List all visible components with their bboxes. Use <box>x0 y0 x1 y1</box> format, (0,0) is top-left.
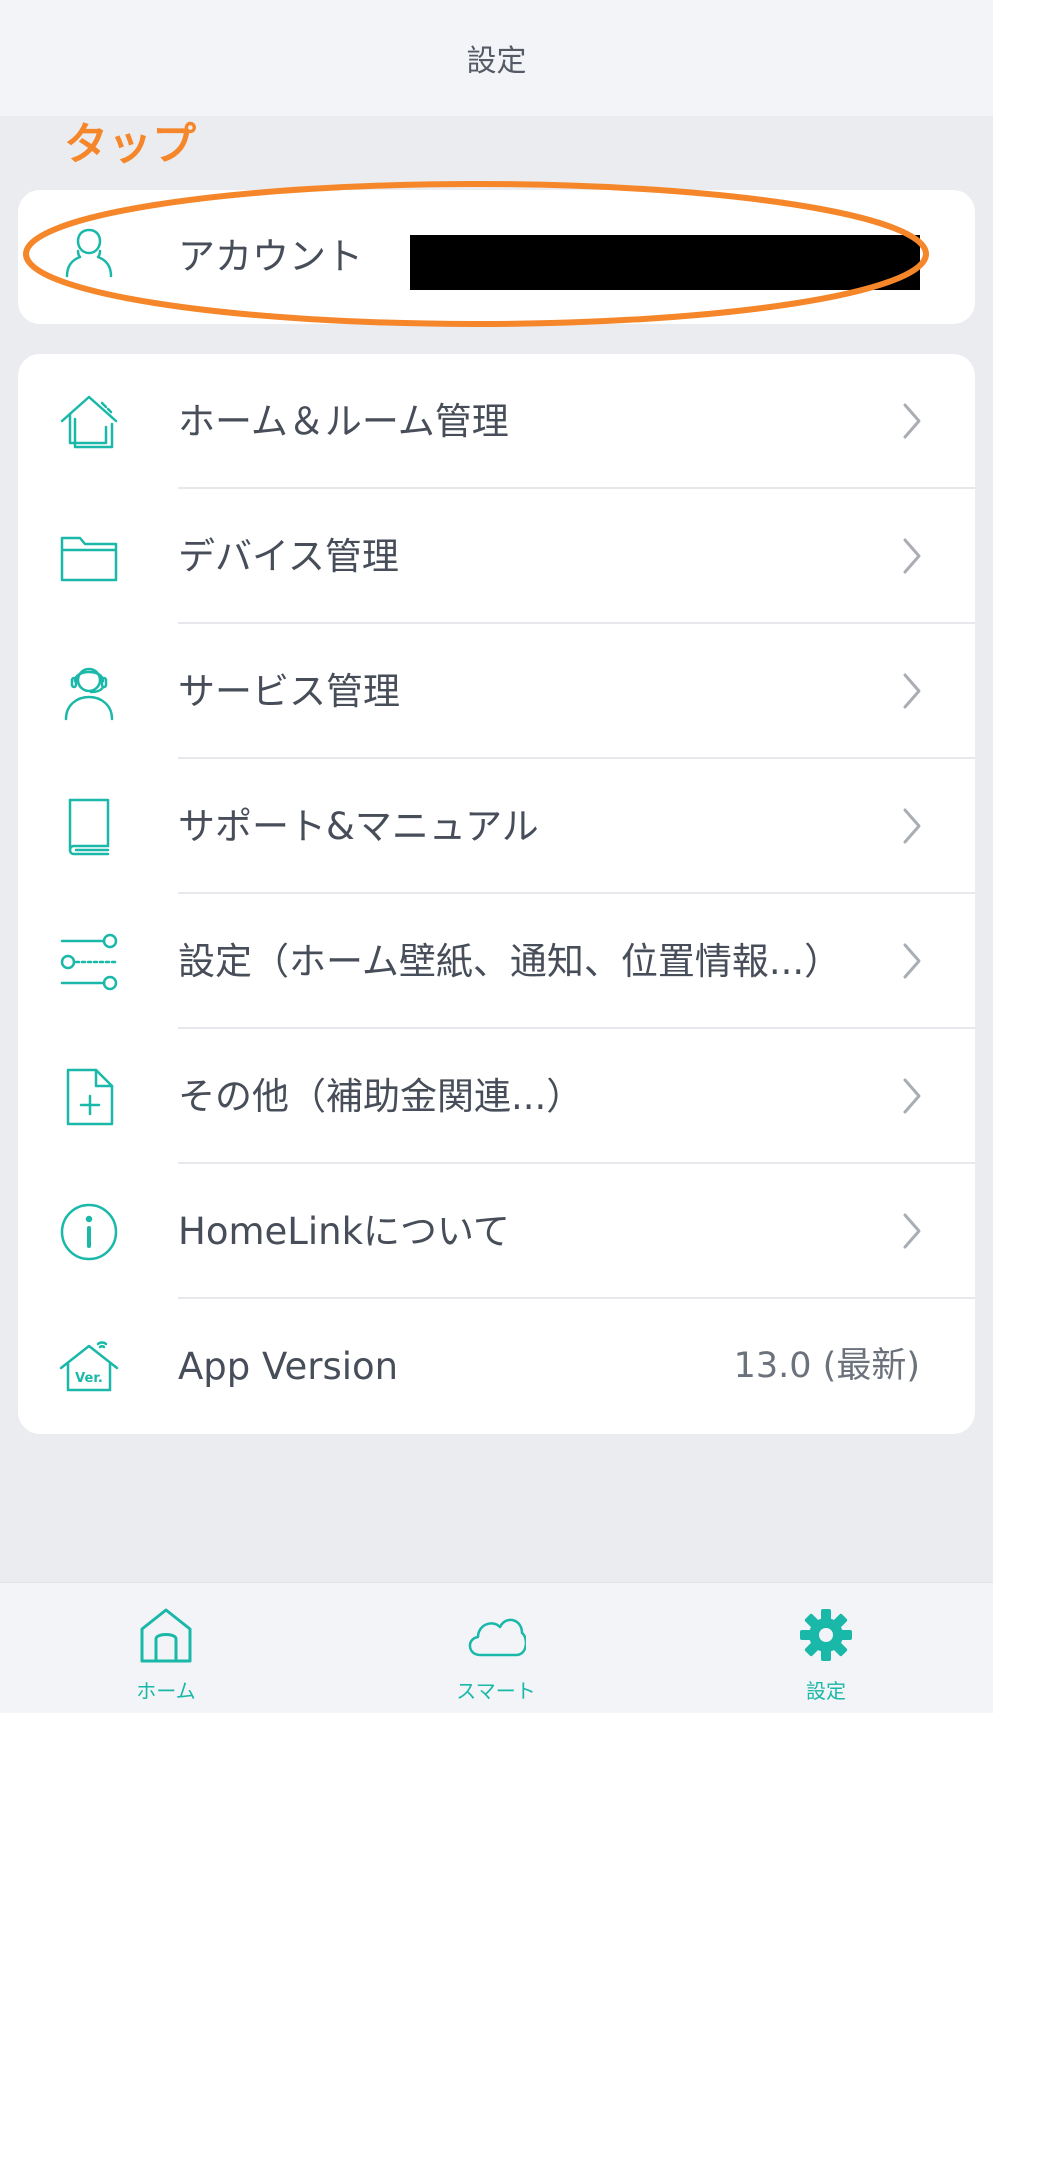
sliders-icon <box>58 931 120 993</box>
app-version-row: Ver. App Version 13.0 (最新) <box>18 1299 975 1434</box>
tab-settings-label: 設定 <box>806 1679 846 1703</box>
headset-person-icon <box>58 661 120 723</box>
chevron-right-icon <box>897 669 927 714</box>
menu-item-home-room[interactable]: ホーム＆ルーム管理 <box>18 354 975 489</box>
menu-item-label: その他（補助金関連...） <box>178 1075 584 1118</box>
chevron-right-icon <box>897 1074 927 1119</box>
tap-annotation-label: タップ <box>64 119 196 170</box>
tab-smart[interactable]: スマート <box>406 1583 586 1713</box>
tab-settings[interactable]: 設定 <box>736 1583 916 1713</box>
settings-menu-card: ホーム＆ルーム管理 デバイス管理 サービス管理 サポート&マニュアル 設定（ホー… <box>18 354 975 1434</box>
tap-highlight-ellipse <box>23 181 929 327</box>
app-version-value: 13.0 (最新) <box>733 1346 920 1386</box>
menu-item-service[interactable]: サービス管理 <box>18 624 975 759</box>
navigation-header: 設定 <box>0 0 993 116</box>
cloud-icon <box>466 1605 526 1665</box>
page-title: 設定 <box>466 44 527 79</box>
menu-item-label: サポート&マニュアル <box>178 805 539 848</box>
chevron-right-icon <box>897 804 927 849</box>
menu-item-support[interactable]: サポート&マニュアル <box>18 759 975 894</box>
tab-home-label: ホーム <box>136 1679 196 1703</box>
book-icon <box>58 796 120 858</box>
file-plus-icon <box>58 1066 120 1128</box>
chevron-right-icon <box>897 399 927 444</box>
menu-item-other[interactable]: その他（補助金関連...） <box>18 1029 975 1164</box>
version-house-icon: Ver. <box>58 1336 120 1398</box>
settings-screen: 設定 タップ アカウント ホーム＆ルーム管理 デバイス管理 サービス管理 サポー… <box>0 0 993 1713</box>
menu-item-label: ホーム＆ルーム管理 <box>178 400 509 443</box>
menu-item-preferences[interactable]: 設定（ホーム壁紙、通知、位置情報...） <box>18 894 975 1029</box>
folder-icon <box>58 526 120 588</box>
chevron-right-icon <box>897 534 927 579</box>
chevron-right-icon <box>897 1209 927 1254</box>
home-outline-icon <box>136 1605 196 1665</box>
info-icon <box>58 1201 120 1263</box>
tab-home[interactable]: ホーム <box>76 1583 256 1713</box>
app-version-label: App Version <box>178 1345 399 1388</box>
home-icon <box>58 391 120 453</box>
bottom-tab-bar: ホーム スマート 設定 <box>0 1582 993 1713</box>
tab-smart-label: スマート <box>456 1679 536 1703</box>
menu-item-about[interactable]: HomeLinkについて <box>18 1164 975 1299</box>
menu-item-label: HomeLinkについて <box>178 1210 510 1253</box>
menu-item-device[interactable]: デバイス管理 <box>18 489 975 624</box>
menu-item-label: サービス管理 <box>178 670 400 713</box>
chevron-right-icon <box>897 939 927 984</box>
menu-item-label: 設定（ホーム壁紙、通知、位置情報...） <box>178 940 842 983</box>
version-icon-text: Ver. <box>75 1371 103 1386</box>
gear-icon <box>796 1605 856 1665</box>
menu-item-label: デバイス管理 <box>178 535 399 578</box>
